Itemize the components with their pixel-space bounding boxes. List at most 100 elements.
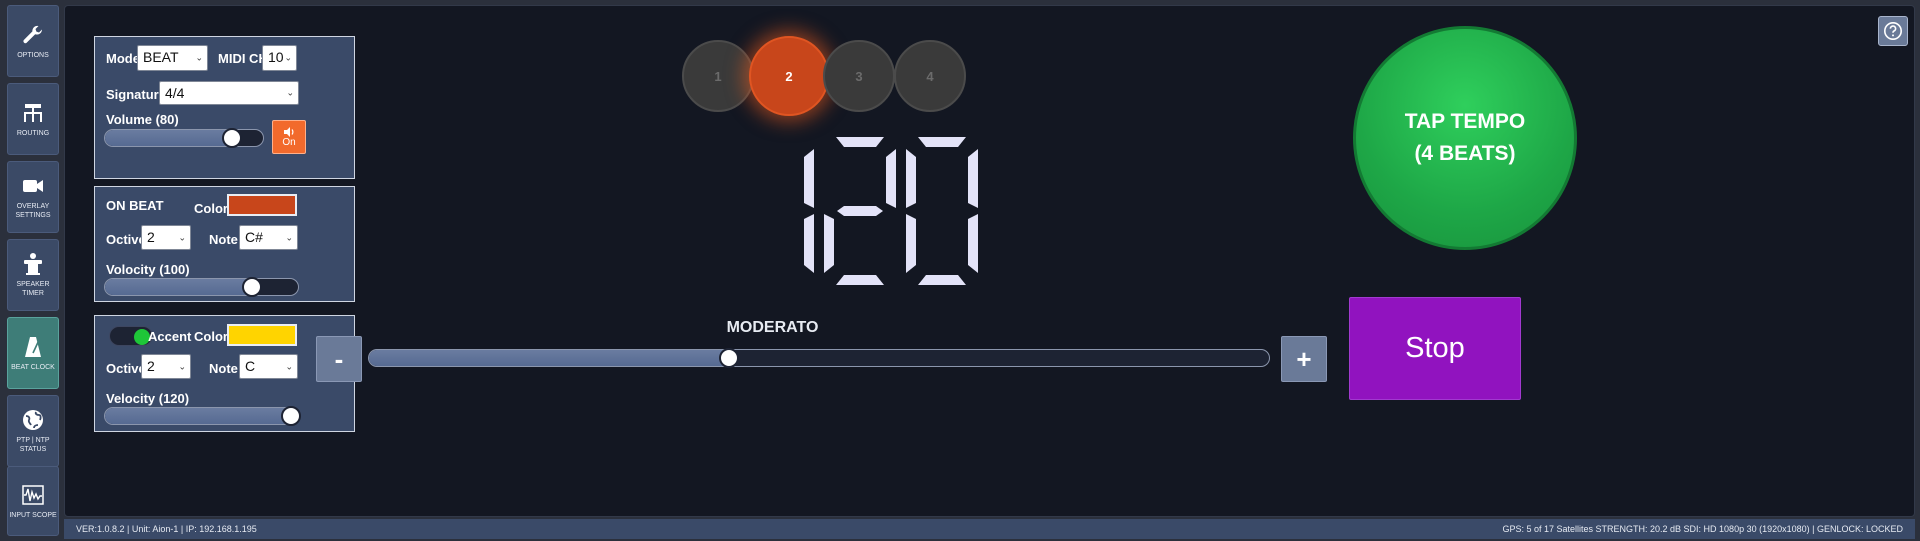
midi-ch-label: MIDI CH <box>218 51 268 66</box>
sidebar-item-options[interactable]: OPTIONS <box>7 5 59 77</box>
tempo-slider[interactable] <box>368 348 1270 368</box>
chevron-down-icon: ⌄ <box>286 87 294 98</box>
beat-indicator-1: 1 <box>682 40 754 112</box>
on-beat-velocity-slider[interactable] <box>104 277 299 297</box>
accent-octive-label: Octive <box>106 361 146 376</box>
on-beat-color-swatch[interactable] <box>227 194 297 216</box>
accent-note-label: Note <box>209 361 238 376</box>
tap-tempo-button[interactable]: TAP TEMPO (4 BEATS) <box>1353 26 1577 250</box>
beat-indicator-3: 3 <box>823 40 895 112</box>
mode-label: Mode <box>106 51 140 66</box>
slider-thumb[interactable] <box>222 128 242 148</box>
octive-value: 2 <box>147 229 155 245</box>
sidebar-item-overlay-settings[interactable]: OVERLAY SETTINGS <box>7 161 59 233</box>
beat-clock-main: Mode BEAT ⌄ MIDI CH 10 ⌄ Signature 4/4 ⌄… <box>64 5 1915 517</box>
tempo-name: MODERATO <box>726 319 819 336</box>
note-value: C# <box>245 229 263 245</box>
sidebar-item-label: SPEAKER TIMER <box>16 281 50 297</box>
sidebar-item-beat-clock[interactable]: BEAT CLOCK <box>7 317 59 389</box>
chevron-down-icon: ⌄ <box>178 232 186 242</box>
tempo-increase-button[interactable]: + <box>1281 336 1327 382</box>
beat-indicator-4: 4 <box>894 40 966 112</box>
sidebar-item-label: OPTIONS <box>17 51 49 59</box>
settings-panel: Mode BEAT ⌄ MIDI CH 10 ⌄ Signature 4/4 ⌄… <box>94 36 355 179</box>
on-beat-panel: ON BEAT Color Octive 2 ⌄ Note C# ⌄ Voloc… <box>94 186 355 302</box>
bpm-segment <box>836 137 884 147</box>
accent-velocity-slider[interactable] <box>104 406 302 426</box>
bpm-segment <box>804 149 814 208</box>
globe-icon <box>23 410 43 430</box>
sidebar-item-label: BEAT CLOCK <box>11 363 55 371</box>
bpm-segment <box>968 149 978 208</box>
sidebar-item-speaker-timer[interactable]: SPEAKER TIMER <box>7 239 59 311</box>
status-right: GPS: 5 of 17 Satellites STRENGTH: 20.2 d… <box>1502 524 1903 534</box>
signature-select[interactable]: 4/4 ⌄ <box>159 81 299 105</box>
bpm-display <box>804 137 978 285</box>
mode-select[interactable]: BEAT ⌄ <box>137 45 208 71</box>
slider-fill <box>105 279 252 295</box>
status-bar: VER:1.0.8.2 | Unit: Aion-1 | IP: 192.168… <box>64 519 1915 539</box>
sidebar-item-label: ROUTING <box>16 129 50 137</box>
tap-tempo-beats-label: (4 BEATS) <box>1414 142 1516 165</box>
accent-velocity-label: Velocity (120) <box>106 391 190 406</box>
sidebar-item-ptp-ntp-status[interactable]: PTP | NTP STATUS <box>7 395 59 467</box>
slider-thumb[interactable] <box>281 406 302 426</box>
on-beat-note-select[interactable]: C# ⌄ <box>239 225 298 250</box>
slider-thumb[interactable] <box>242 277 263 297</box>
on-beat-title: ON BEAT <box>106 198 164 213</box>
on-beat-octive-select[interactable]: 2 ⌄ <box>141 225 191 250</box>
accent-note-select[interactable]: C ⌄ <box>239 354 298 379</box>
bpm-segment <box>836 275 884 285</box>
bpm-segment <box>804 214 814 273</box>
beat-indicator-2: 2 <box>749 36 829 116</box>
bpm-segment <box>918 137 966 147</box>
help-button[interactable] <box>1878 16 1908 46</box>
sidebar-item-label: OVERLAY SETTINGS <box>15 203 51 219</box>
waveform-icon <box>22 484 44 505</box>
sidebar-item-routing[interactable]: ROUTING <box>7 83 59 155</box>
chevron-down-icon: ⌄ <box>195 52 203 63</box>
app-window: OPTIONS ROUTING OVERLAY SETTINGS SPEAKER… <box>0 0 1920 541</box>
mode-value: BEAT <box>143 49 179 65</box>
midi-ch-select[interactable]: 10 ⌄ <box>262 45 297 71</box>
bpm-segment <box>886 149 896 208</box>
bpm-segment <box>824 214 834 273</box>
slider-fill <box>369 350 729 366</box>
stop-button[interactable]: Stop <box>1349 297 1521 400</box>
slider-thumb[interactable] <box>718 348 739 368</box>
bpm-segment <box>968 214 978 273</box>
sidebar-item-input-scope[interactable]: INPUT SCOPE <box>7 466 59 536</box>
midi-ch-value: 10 <box>268 49 284 65</box>
tempo-decrease-button[interactable]: - <box>316 336 362 382</box>
mute-label: On <box>282 136 296 148</box>
octive-value: 2 <box>147 358 155 374</box>
signature-value: 4/4 <box>165 85 185 101</box>
volume-slider[interactable] <box>104 128 264 148</box>
slider-fill <box>105 408 291 424</box>
video-camera-icon <box>23 180 43 192</box>
speaker-icon <box>284 126 294 137</box>
signature-label: Signature <box>106 87 166 102</box>
note-value: C <box>245 358 256 374</box>
mute-toggle-button[interactable]: On <box>272 120 306 154</box>
accent-octive-select[interactable]: 2 ⌄ <box>141 354 191 379</box>
routing-icon <box>24 103 42 122</box>
bpm-segment <box>837 206 883 216</box>
podium-icon <box>24 253 42 275</box>
on-beat-velocity-label: Volocity (100) <box>106 262 190 277</box>
sidebar: OPTIONS ROUTING OVERLAY SETTINGS SPEAKER… <box>0 0 64 541</box>
metronome-icon <box>25 336 41 357</box>
wrench-icon <box>23 25 43 43</box>
on-beat-note-label: Note <box>209 232 238 247</box>
slider-fill <box>105 130 232 146</box>
on-beat-color-label: Color <box>194 201 228 216</box>
bpm-segment <box>906 149 916 208</box>
sidebar-item-label: INPUT SCOPE <box>9 511 57 519</box>
chevron-down-icon: ⌄ <box>284 52 292 63</box>
bpm-segment <box>918 275 966 285</box>
sidebar-item-label: PTP | NTP STATUS <box>16 437 50 453</box>
on-beat-octive-label: Octive <box>106 232 146 247</box>
chevron-down-icon: ⌄ <box>285 361 293 371</box>
volume-label: Volume (80) <box>106 112 179 127</box>
chevron-down-icon: ⌄ <box>178 361 186 371</box>
